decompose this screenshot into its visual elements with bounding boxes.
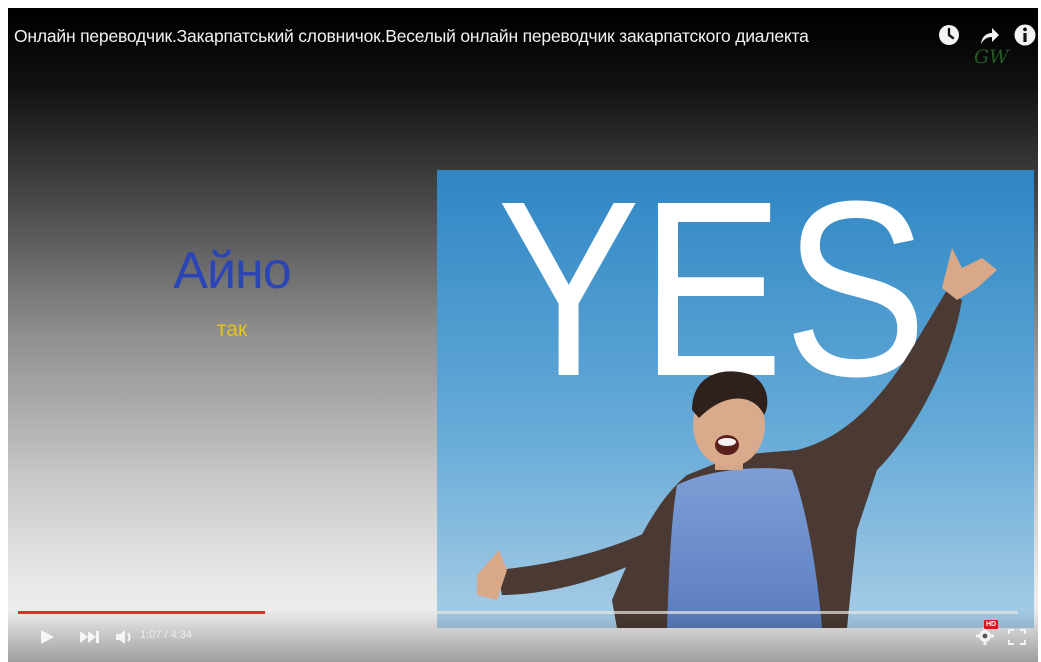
- video-player[interactable]: Онлайн переводчик.Закарпатський словничо…: [8, 8, 1038, 662]
- fullscreen-icon[interactable]: [1008, 629, 1026, 650]
- info-icon[interactable]: [1012, 22, 1038, 48]
- progress-bar[interactable]: [18, 611, 1018, 614]
- play-icon[interactable]: [38, 628, 56, 651]
- hd-badge: HD: [984, 620, 999, 629]
- progress-played: [18, 611, 265, 614]
- yes-photo: YES: [437, 170, 1034, 628]
- title-bar: Онлайн переводчик.Закарпатський словничо…: [8, 8, 1038, 78]
- volume-icon[interactable]: [114, 628, 134, 651]
- word-translation: так: [216, 318, 248, 341]
- next-icon[interactable]: [79, 630, 101, 649]
- share-icon[interactable]: [976, 22, 1002, 48]
- time-display: 1:07 / 4:34: [140, 629, 192, 641]
- watch-later-icon[interactable]: [936, 22, 962, 48]
- channel-watermark: GW: [974, 46, 1009, 68]
- dialect-word: Айно: [173, 242, 291, 300]
- settings-gear-icon[interactable]: [975, 626, 995, 651]
- video-title[interactable]: Онлайн переводчик.Закарпатський словничо…: [14, 26, 809, 47]
